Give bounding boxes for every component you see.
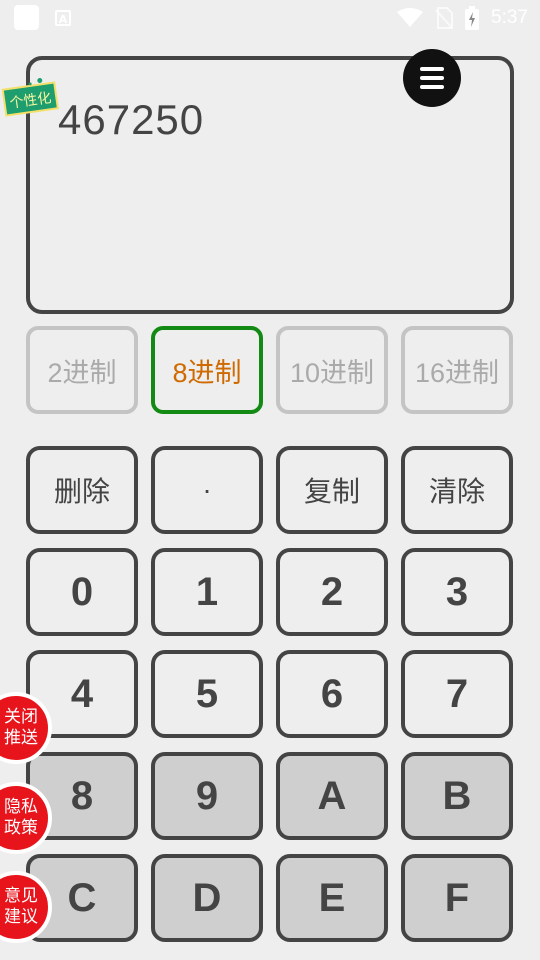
key-3[interactable]: 3	[401, 548, 513, 636]
tab-octal[interactable]: 8进制	[151, 326, 263, 414]
key-6[interactable]: 6	[276, 650, 388, 738]
app-square-icon	[14, 5, 39, 30]
key-9[interactable]: 9	[151, 752, 263, 840]
no-sim-icon	[435, 7, 454, 29]
clear-button[interactable]: 清除	[401, 446, 513, 534]
key-d[interactable]: D	[151, 854, 263, 942]
display-value: 467250	[58, 96, 205, 143]
clock: 5:37	[491, 7, 528, 28]
menu-button[interactable]	[403, 49, 461, 107]
wifi-icon	[397, 8, 424, 27]
tab-hex[interactable]: 16进制	[401, 326, 513, 414]
tab-binary[interactable]: 2进制	[26, 326, 138, 414]
key-f[interactable]: F	[401, 854, 513, 942]
key-7[interactable]: 7	[401, 650, 513, 738]
personalize-badge[interactable]: 个性化	[0, 74, 60, 119]
status-bar: A 5:37	[0, 0, 540, 36]
battery-charging-icon	[465, 6, 480, 30]
tab-decimal[interactable]: 10进制	[276, 326, 388, 414]
a-icon: A	[55, 10, 71, 26]
key-e[interactable]: E	[276, 854, 388, 942]
key-a[interactable]: A	[276, 752, 388, 840]
key-0[interactable]: 0	[26, 548, 138, 636]
key-1[interactable]: 1	[151, 548, 263, 636]
copy-button[interactable]: 复制	[276, 446, 388, 534]
key-b[interactable]: B	[401, 752, 513, 840]
dot-button[interactable]: ·	[151, 446, 263, 534]
key-5[interactable]: 5	[151, 650, 263, 738]
delete-button[interactable]: 删除	[26, 446, 138, 534]
key-2[interactable]: 2	[276, 548, 388, 636]
